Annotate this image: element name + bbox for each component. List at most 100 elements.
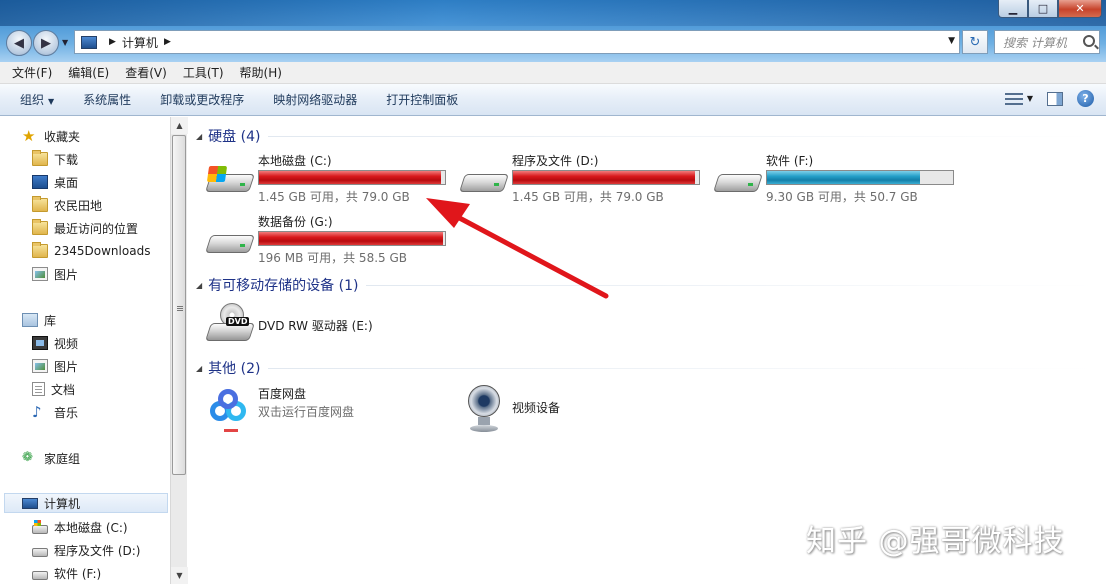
nav-item-farm-folder[interactable]: 农民田地: [32, 195, 102, 215]
group-header-hdd[interactable]: ◢ 硬盘 (4): [196, 126, 1096, 146]
nav-label: 2345Downloads: [54, 244, 151, 258]
video-device-tile[interactable]: 视频设备: [464, 385, 664, 439]
menu-bar: 文件(F) 编辑(E) 查看(V) 工具(T) 帮助(H): [0, 62, 1106, 84]
nav-item-videos[interactable]: 视频: [32, 333, 78, 353]
group-header-other[interactable]: ◢ 其他 (2): [196, 358, 1096, 378]
drive-size: 1.45 GB 可用，共 79.0 GB: [512, 190, 664, 204]
scroll-thumb[interactable]: [172, 135, 186, 475]
drive-icon: [713, 166, 763, 196]
uninstall-program-button[interactable]: 卸载或更改程序: [160, 91, 244, 108]
recent-places-icon: [32, 219, 48, 235]
drive-name: 程序及文件 (D:): [512, 154, 599, 168]
nav-computer[interactable]: 计算机: [4, 493, 168, 513]
help-icon[interactable]: ?: [1077, 90, 1094, 107]
refresh-icon: ↻: [969, 34, 981, 50]
scroll-up-icon[interactable]: ▲: [171, 117, 188, 134]
drive-tile-d[interactable]: 程序及文件 (D:) 1.45 GB 可用，共 79.0 GB: [459, 152, 710, 212]
app-name: 百度网盘: [258, 387, 307, 401]
menu-view[interactable]: 查看(V): [125, 64, 167, 81]
menu-file[interactable]: 文件(F): [12, 64, 52, 81]
breadcrumb-separator-icon[interactable]: ▶: [109, 37, 116, 47]
drive-size: 1.45 GB 可用，共 79.0 GB: [258, 190, 410, 204]
nav-scrollbar[interactable]: ▲ ▼: [170, 117, 188, 584]
group-title: 硬盘 (4): [208, 129, 261, 145]
music-icon: ♪: [32, 403, 42, 421]
drive-tile-c[interactable]: 本地磁盘 (C:) 1.45 GB 可用，共 79.0 GB: [205, 152, 456, 212]
navigation-pane: ★ 收藏夹 下载 桌面 农民田地 最近访问的位置 2345Downloads 图片…: [0, 117, 172, 584]
back-arrow-icon: ◀: [14, 35, 24, 51]
drive-tile-f[interactable]: 软件 (F:) 9.30 GB 可用，共 50.7 GB: [713, 152, 964, 212]
homegroup-icon: ❁: [22, 450, 33, 465]
nav-label: 桌面: [54, 175, 79, 190]
preview-pane-icon[interactable]: [1047, 91, 1063, 106]
drive-usage-bar: [258, 231, 446, 246]
collapse-triangle-icon[interactable]: ◢: [196, 281, 202, 290]
nav-item-music[interactable]: ♪ 音乐: [32, 402, 78, 422]
nav-label: 音乐: [54, 405, 79, 420]
nav-label: 收藏夹: [44, 129, 81, 144]
nav-label: 程序及文件 (D:): [54, 543, 141, 558]
nav-item-recent-places[interactable]: 最近访问的位置: [32, 218, 138, 238]
drive-tile-g[interactable]: 数据备份 (G:) 196 MB 可用，共 58.5 GB: [205, 213, 456, 273]
nav-item-2345downloads[interactable]: 2345Downloads: [32, 241, 150, 261]
downloads-folder-icon: [32, 150, 48, 166]
app-description: 双击运行百度网盘: [258, 405, 355, 419]
system-drive-icon: [32, 519, 48, 534]
nav-item-downloads[interactable]: 下载: [32, 149, 78, 169]
nav-item-documents[interactable]: 文档: [32, 379, 75, 399]
map-network-drive-button[interactable]: 映射网络驱动器: [273, 91, 357, 108]
dvd-drive-tile[interactable]: DVD DVD RW 驱动器 (E:): [205, 299, 456, 349]
nav-favorites[interactable]: ★ 收藏夹: [22, 126, 80, 146]
collapse-triangle-icon[interactable]: ◢: [196, 132, 202, 141]
group-divider: [268, 367, 1096, 369]
grip-icon: [177, 306, 183, 307]
nav-label: 软件 (F:): [54, 566, 102, 581]
scroll-down-icon[interactable]: ▼: [171, 567, 188, 584]
back-button[interactable]: ◀: [6, 30, 32, 56]
computer-icon: [22, 497, 38, 509]
forward-button[interactable]: ▶: [33, 30, 59, 56]
nav-item-drive-c[interactable]: 本地磁盘 (C:): [32, 517, 128, 537]
breadcrumb-computer[interactable]: 计算机: [122, 34, 158, 51]
nav-item-pictures[interactable]: 图片: [32, 264, 78, 284]
address-bar[interactable]: ▶ 计算机 ▶ ▼: [74, 30, 960, 54]
maximize-button[interactable]: □: [1028, 0, 1058, 18]
open-control-panel-button[interactable]: 打开控制面板: [386, 91, 458, 108]
search-icon[interactable]: [1083, 35, 1095, 47]
window-controls: ▁ □ ✕: [998, 0, 1102, 18]
search-input[interactable]: 搜索 计算机: [994, 30, 1100, 54]
address-history-dropdown-icon[interactable]: ▼: [948, 36, 955, 46]
organize-label: 组织: [20, 93, 45, 107]
recent-pages-dropdown-icon[interactable]: ▼: [62, 38, 68, 47]
drive-name: 软件 (F:): [766, 154, 814, 168]
nav-label: 家庭组: [44, 451, 81, 466]
nav-label: 下载: [54, 152, 79, 167]
minimize-button[interactable]: ▁: [998, 0, 1028, 18]
close-button[interactable]: ✕: [1058, 0, 1102, 18]
nav-item-library-pictures[interactable]: 图片: [32, 356, 78, 376]
nav-label: 视频: [54, 336, 79, 351]
baidu-netdisk-tile[interactable]: 百度网盘 双击运行百度网盘: [206, 385, 456, 439]
menu-edit[interactable]: 编辑(E): [68, 64, 109, 81]
drive-size: 9.30 GB 可用，共 50.7 GB: [766, 190, 918, 204]
nav-homegroup[interactable]: ❁ 家庭组: [22, 448, 80, 468]
system-properties-button[interactable]: 系统属性: [83, 91, 131, 108]
collapse-triangle-icon[interactable]: ◢: [196, 364, 202, 373]
organize-button[interactable]: 组织 ▼: [20, 91, 54, 108]
menu-tools[interactable]: 工具(T): [183, 64, 224, 81]
view-options-dropdown-icon[interactable]: ▼: [1027, 94, 1033, 103]
drive-size: 196 MB 可用，共 58.5 GB: [258, 251, 407, 265]
nav-libraries[interactable]: 库: [22, 310, 56, 330]
change-view-icon[interactable]: [1004, 92, 1023, 106]
glass-frame: [0, 0, 1106, 26]
nav-item-desktop[interactable]: 桌面: [32, 172, 78, 192]
group-header-removable[interactable]: ◢ 有可移动存储的设备 (1): [196, 275, 1096, 295]
nav-item-drive-f[interactable]: 软件 (F:): [32, 563, 101, 583]
usage-fill: [259, 232, 444, 245]
nav-item-drive-d[interactable]: 程序及文件 (D:): [32, 540, 140, 560]
menu-help[interactable]: 帮助(H): [240, 64, 282, 81]
close-icon: ✕: [1075, 2, 1085, 15]
system-drive-icon: [205, 166, 255, 196]
refresh-button[interactable]: ↻: [962, 30, 988, 54]
breadcrumb-separator-icon[interactable]: ▶: [164, 37, 171, 47]
